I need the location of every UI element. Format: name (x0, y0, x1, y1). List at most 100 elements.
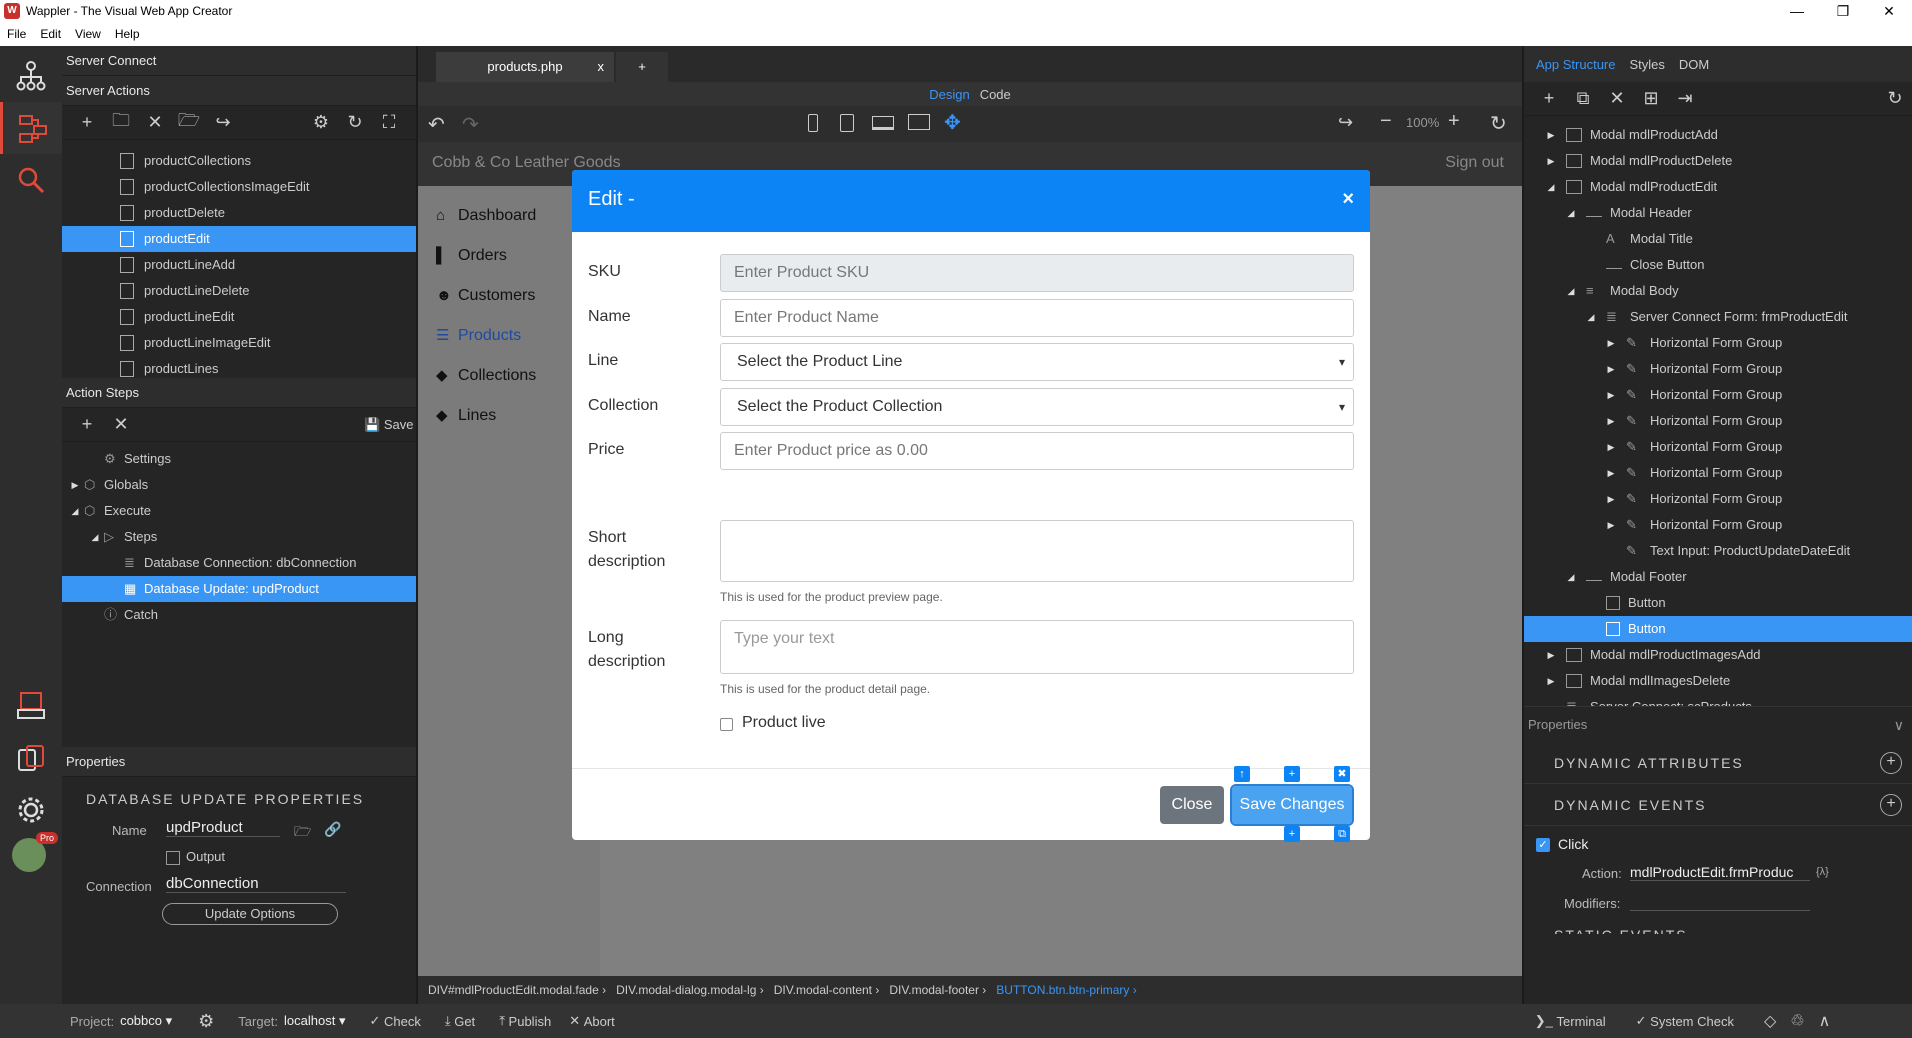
action-step-item[interactable]: ▶ ⬡ Globals (62, 472, 416, 498)
add-attribute-icon[interactable]: + (1880, 752, 1902, 774)
redo-icon[interactable]: ↷ (462, 112, 479, 137)
structure-node[interactable]: ▶ ✎ Horizontal Form Group (1524, 382, 1912, 408)
tablet-icon[interactable] (840, 114, 854, 132)
modal-close-icon[interactable]: × (1342, 188, 1354, 211)
select-collection[interactable]: Select the Product Collection (720, 387, 1354, 426)
copy-icon[interactable]: ⧉ (1566, 88, 1600, 109)
remove-step-icon[interactable]: ✕ (104, 414, 138, 435)
server-action-item[interactable]: productLineAdd (62, 252, 416, 278)
click-checkbox[interactable]: ✓ (1536, 838, 1550, 852)
add-after-handle-icon[interactable]: + (1284, 826, 1300, 842)
structure-node[interactable]: ◢ ≣ Server Connect Form: frmProductEdit (1524, 304, 1912, 330)
expand-arrow-icon[interactable]: ◢ (1564, 564, 1578, 590)
abort-button[interactable]: ✕ Abort (569, 1013, 615, 1029)
expand-arrow-icon[interactable]: ▶ (1604, 512, 1618, 538)
share-icon[interactable]: ↪ (1338, 112, 1353, 133)
action-input[interactable]: mdlProductEdit.frmProduc (1630, 864, 1810, 881)
add-before-handle-icon[interactable]: + (1284, 766, 1300, 782)
refresh-icon[interactable]: ↻ (1490, 111, 1507, 136)
new-tab-button[interactable]: + (616, 52, 668, 82)
action-step-item[interactable]: ◢ ▷ Steps (62, 524, 416, 550)
server-action-item[interactable]: productLineEdit (62, 304, 416, 330)
gear-icon[interactable]: ⚙ (304, 112, 338, 133)
name-input[interactable]: updProduct (166, 819, 280, 837)
maximize-button[interactable]: ❐ (1820, 0, 1866, 22)
add-icon[interactable]: + (70, 112, 104, 133)
expand-arrow-icon[interactable]: ◢ (88, 524, 102, 550)
refresh-icon[interactable]: ↻ (1878, 88, 1912, 109)
product-live-checkbox[interactable] (720, 718, 733, 731)
zoom-out-icon[interactable]: − (1380, 110, 1392, 133)
resource-icon[interactable] (0, 732, 62, 784)
action-step-item[interactable]: ◢ ⬡ Execute (62, 498, 416, 524)
menu-edit[interactable]: Edit (33, 27, 68, 41)
desktop-icon[interactable] (908, 114, 930, 130)
expand-arrow-icon[interactable]: ▶ (1604, 434, 1618, 460)
duplicate-handle-icon[interactable]: ⧉ (1334, 826, 1350, 842)
delete-icon[interactable]: ✕ (1600, 88, 1634, 109)
structure-node[interactable]: A Modal Title (1524, 226, 1912, 252)
action-step-item[interactable]: ⓘ Catch (62, 602, 416, 628)
laptop-icon[interactable] (872, 116, 894, 130)
tab-app-structure[interactable]: App Structure (1536, 57, 1616, 72)
crumb-modal[interactable]: DIV#mdlProductEdit.modal.fade › (428, 983, 606, 997)
target-select[interactable]: localhost ▾ (284, 1013, 345, 1029)
tab-dom[interactable]: DOM (1679, 57, 1709, 72)
save-button[interactable]: 💾 Save (364, 417, 413, 433)
structure-node[interactable]: ✎ Text Input: ProductUpdateDateEdit (1524, 538, 1912, 564)
expand-arrow-icon[interactable]: ▶ (1544, 122, 1558, 148)
expand-arrow-icon[interactable]: ◢ (1564, 278, 1578, 304)
share-icon[interactable]: ↪ (206, 112, 240, 133)
crumb-dialog[interactable]: DIV.modal-dialog.modal-lg › (616, 983, 764, 997)
open-folder-icon[interactable]: 🗁 (172, 108, 206, 138)
menu-file[interactable]: File (0, 27, 33, 41)
data-picker-icon[interactable]: {λ} (1816, 866, 1829, 878)
structure-node[interactable]: Button (1524, 590, 1912, 616)
component-icon[interactable]: ⊞ (1634, 88, 1668, 109)
mobile-icon[interactable] (808, 114, 818, 132)
delete-icon[interactable]: ✕ (138, 112, 172, 133)
expand-arrow-icon[interactable]: ▶ (1544, 642, 1558, 668)
get-button[interactable]: ⤓ Get (445, 1013, 475, 1029)
delete-handle-icon[interactable]: ✖ (1334, 766, 1350, 782)
crumb-button[interactable]: BUTTON.btn.btn-primary › (996, 983, 1136, 997)
structure-node[interactable]: ▶ ✎ Horizontal Form Group (1524, 434, 1912, 460)
input-name[interactable]: Enter Product Name (720, 298, 1354, 337)
minimize-button[interactable]: — (1774, 0, 1820, 22)
structure-node[interactable]: ▶ Modal mdlProductDelete (1524, 148, 1912, 174)
save-changes-button[interactable]: Save Changes (1230, 784, 1354, 826)
expand-arrow-icon[interactable]: ▶ (1544, 148, 1558, 174)
structure-node[interactable]: ▶ ✎ Horizontal Form Group (1524, 330, 1912, 356)
publish-button[interactable]: ⤒ Publish (499, 1013, 551, 1029)
server-action-item[interactable]: productLines (62, 356, 416, 378)
export-icon[interactable]: ⇥ (1668, 88, 1702, 109)
expand-arrow-icon[interactable]: ▶ (1604, 408, 1618, 434)
long-description-editor[interactable]: Type your text (720, 620, 1354, 674)
sign-out-link[interactable]: Sign out (1445, 154, 1504, 172)
structure-node[interactable]: Close Button (1524, 252, 1912, 278)
expand-arrow-icon[interactable]: ▶ (1604, 382, 1618, 408)
action-step-item[interactable]: ≣ Database Connection: dbConnection (62, 550, 416, 576)
action-step-item[interactable]: ⚙ Settings (62, 446, 416, 472)
expand-arrow-icon[interactable]: ◢ (68, 498, 82, 524)
chevron-up-icon[interactable]: ∧ (1819, 1011, 1831, 1031)
tab-styles[interactable]: Styles (1630, 57, 1665, 72)
folder-open-icon[interactable]: 🗁 (294, 821, 311, 845)
move-icon[interactable]: ✥ (944, 110, 961, 135)
server-action-item[interactable]: productCollections (62, 148, 416, 174)
close-window-button[interactable]: ✕ (1866, 0, 1912, 22)
server-action-item[interactable]: productLineDelete (62, 278, 416, 304)
check-button[interactable]: ✓ Check (369, 1013, 420, 1029)
crumb-content[interactable]: DIV.modal-content › (774, 983, 880, 997)
expand-arrow-icon[interactable]: ▶ (1604, 356, 1618, 382)
output-checkbox[interactable] (166, 851, 180, 865)
gear-icon[interactable]: ⚙ (198, 1011, 214, 1032)
link-icon[interactable]: 🔗 (324, 821, 341, 838)
short-description-textarea[interactable] (720, 520, 1354, 582)
expand-arrow-icon[interactable]: ▶ (1604, 460, 1618, 486)
system-check-button[interactable]: ✓ System Check (1636, 1013, 1734, 1029)
tab-products-php[interactable]: products.php x (436, 52, 614, 82)
expand-arrow-icon[interactable]: ▶ (68, 472, 82, 498)
server-action-item[interactable]: productCollectionsImageEdit (62, 174, 416, 200)
structure-node[interactable]: ≣ Server Connect: scProducts (1524, 694, 1912, 706)
